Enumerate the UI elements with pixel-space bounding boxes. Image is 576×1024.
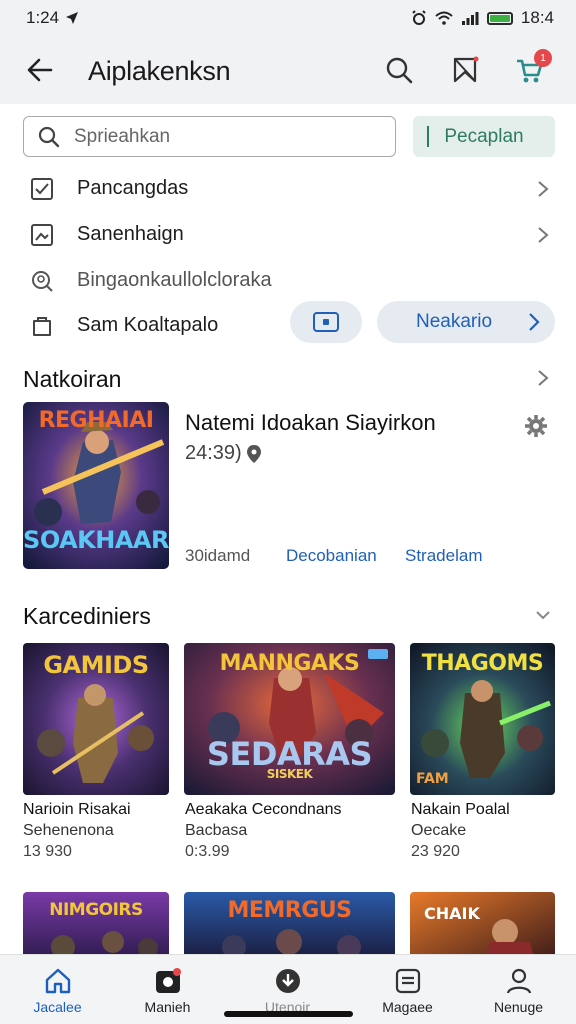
- cover-title: MANNGAKS: [219, 651, 360, 676]
- camera-icon: [155, 968, 181, 993]
- featured-time: 24:39): [185, 442, 242, 464]
- nav-tab-camera[interactable]: Manieh: [110, 955, 225, 1024]
- status-bar: 1:24 18:4: [0, 0, 576, 36]
- home-indicator[interactable]: [224, 1011, 353, 1017]
- game-card-cover[interactable]: MANNGAKS SEDARAS SISKEK: [184, 643, 395, 795]
- card-title[interactable]: Aeakaka Cecondnans: [185, 801, 342, 819]
- featured-meta: 24:39): [185, 442, 262, 465]
- search-field[interactable]: [23, 116, 396, 157]
- cover-tagline: SISKEK: [266, 767, 313, 781]
- game-card-cover[interactable]: GAMIDS: [23, 643, 169, 795]
- battery-icon: [486, 11, 513, 25]
- card-subtitle: Oecake: [411, 822, 467, 839]
- bookmark-button[interactable]: [448, 53, 482, 87]
- app-bar: Aiplakenksn 1: [0, 36, 576, 104]
- chevron-right-icon: [529, 313, 540, 331]
- menu-item-2[interactable]: Sanenhaign: [0, 213, 576, 257]
- card-title[interactable]: Narioin Risakai: [23, 801, 131, 819]
- menu-item-3[interactable]: Bingaonkaullolcloraka: [0, 259, 576, 303]
- cover-title-bottom: SOAKHAAR: [23, 526, 169, 554]
- chevron-down-icon[interactable]: [534, 605, 552, 625]
- featured-link-1[interactable]: Decobanian: [286, 546, 377, 566]
- home-icon: [45, 968, 70, 994]
- game-card-cover[interactable]: MEMRGUS: [184, 892, 395, 962]
- video-icon: [313, 312, 339, 332]
- game-card-cover[interactable]: CHAIK: [410, 892, 555, 962]
- cover-title: CHAIK: [424, 904, 480, 923]
- game-cover-art: [410, 892, 555, 962]
- menu-item-1[interactable]: Pancangdas: [0, 167, 576, 211]
- featured-foot-label: 30idamd: [185, 546, 251, 565]
- card-price: 0:3.99: [185, 843, 230, 860]
- card-price: 13 930: [23, 843, 72, 860]
- search-submit-button[interactable]: Pecaplan: [413, 116, 555, 157]
- featured-heading: Natkoiran: [23, 366, 122, 392]
- cart-badge: 1: [534, 49, 552, 67]
- page-title: Aiplakenksn: [88, 56, 231, 86]
- chevron-right-icon: [538, 181, 549, 197]
- document-icon: [395, 968, 420, 994]
- featured-link-2[interactable]: Stradelam: [405, 546, 482, 566]
- game-card-cover[interactable]: NIMGOIRS: [23, 892, 169, 962]
- nav-label: Jacalee: [33, 999, 82, 1015]
- card-title[interactable]: Nakain Poalal: [411, 801, 510, 819]
- nav-tab-profile[interactable]: Nenuge: [461, 955, 576, 1024]
- video-pill-button[interactable]: [290, 301, 362, 343]
- location-pin-icon: [246, 444, 261, 463]
- chevron-right-icon[interactable]: [534, 368, 552, 388]
- nav-label: Magaee: [382, 999, 433, 1015]
- card-subtitle: Bacbasa: [185, 822, 248, 839]
- card-subtitle: Sehenenona: [23, 822, 114, 839]
- featured-game-cover[interactable]: REGHAIAI SOAKHAAR: [23, 402, 169, 569]
- cover-subtitle: FAM: [416, 771, 449, 787]
- nav-tab-home[interactable]: Jacalee: [0, 955, 115, 1024]
- navigation-arrow-icon: [66, 12, 79, 24]
- featured-title: Natemi Idoakan Siayirkon: [185, 410, 436, 435]
- signal-icon: [461, 12, 479, 25]
- battery-fill: [489, 14, 510, 22]
- bookmark-icon: [453, 56, 479, 83]
- menu-item-label: Bingaonkaullolcloraka: [77, 269, 272, 291]
- cover-title: MEMRGUS: [227, 898, 352, 923]
- search-icon: [38, 126, 60, 147]
- alarm-icon: [412, 10, 426, 25]
- cover-title: GAMIDS: [43, 651, 149, 679]
- search-icon: [386, 57, 413, 84]
- search-button[interactable]: [382, 53, 416, 87]
- chevron-right-icon: [538, 227, 549, 243]
- back-button[interactable]: [24, 54, 56, 86]
- image-icon: [29, 222, 55, 248]
- menu-item-label: Sam Koaltapalo: [77, 314, 219, 336]
- next-pill-button[interactable]: Neakario: [377, 301, 555, 343]
- profile-icon: [506, 968, 531, 994]
- search-input[interactable]: [74, 125, 354, 148]
- status-time-right: 18:4: [520, 8, 554, 27]
- menu-item-label: Pancangdas: [77, 177, 189, 199]
- back-arrow-icon: [27, 58, 53, 82]
- status-time-left: 1:24: [26, 8, 60, 27]
- nav-label: Manieh: [144, 999, 191, 1015]
- search-person-icon: [29, 268, 55, 294]
- download-icon: [275, 969, 300, 993]
- cover-title: THAGOMS: [421, 651, 544, 676]
- bag-icon: [29, 313, 55, 339]
- game-card-cover[interactable]: THAGOMS FAM: [410, 643, 555, 795]
- collection-heading: Karcediniers: [23, 603, 151, 629]
- nav-tab-document[interactable]: Magaee: [350, 955, 465, 1024]
- nav-label: Nenuge: [493, 999, 544, 1015]
- menu-item-label: Sanenhaign: [77, 223, 184, 245]
- gear-icon[interactable]: [524, 414, 548, 438]
- checkbox-icon: [29, 176, 55, 202]
- wifi-icon: [435, 11, 453, 25]
- next-pill-label: Neakario: [415, 311, 493, 332]
- card-price: 23 920: [411, 843, 460, 860]
- cover-title: NIMGOIRS: [49, 900, 143, 920]
- cover-title-top: REGHAIAI: [38, 408, 154, 433]
- cart-button[interactable]: 1: [512, 49, 552, 87]
